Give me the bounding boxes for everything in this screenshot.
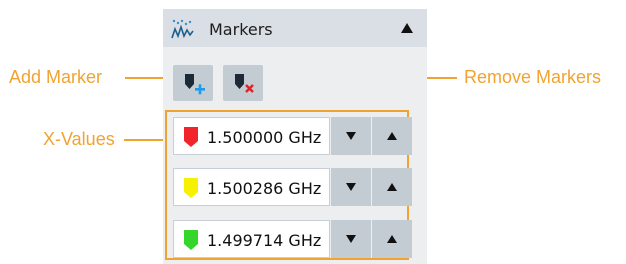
add-marker-button[interactable]: [173, 65, 213, 101]
marker-row-1: 1.500000 GHz: [173, 117, 413, 155]
marker-2-increment-button[interactable]: [372, 168, 412, 206]
marker-1-increment-button[interactable]: [372, 117, 412, 155]
triangle-down-icon: [346, 235, 356, 243]
triangle-up-icon: [387, 235, 397, 243]
triangle-down-icon: [346, 132, 356, 140]
triangle-up-icon: [387, 132, 397, 140]
marker-row-2: 1.500286 GHz: [173, 168, 413, 206]
remove-markers-button[interactable]: [223, 65, 263, 101]
panel-header[interactable]: Markers: [163, 9, 427, 47]
marker-3-value-field[interactable]: 1.499714 GHz: [173, 220, 330, 258]
marker-1-value: 1.500000 GHz: [207, 128, 322, 147]
triangle-up-icon[interactable]: [401, 23, 413, 33]
markers-trace-icon: [171, 19, 194, 39]
add-marker-callout-line: [125, 77, 168, 79]
marker-row-3: 1.499714 GHz: [173, 220, 413, 258]
marker-2-decrement-button[interactable]: [331, 168, 371, 206]
marker-3-decrement-button[interactable]: [331, 220, 371, 258]
x-values-callout-line: [124, 139, 166, 141]
triangle-up-icon: [387, 183, 397, 191]
x-values-callout: X-Values: [43, 129, 115, 149]
marker-2-value-field[interactable]: 1.500286 GHz: [173, 168, 330, 206]
marker-1-value-field[interactable]: 1.500000 GHz: [173, 117, 330, 155]
marker-3-value: 1.499714 GHz: [207, 231, 322, 250]
marker-flag-icon: [184, 178, 198, 198]
triangle-down-icon: [346, 183, 356, 191]
marker-2-value: 1.500286 GHz: [207, 179, 322, 198]
panel-title: Markers: [209, 20, 273, 39]
marker-flag-icon: [184, 127, 198, 147]
remove-markers-callout: Remove Markers: [464, 67, 602, 87]
marker-1-decrement-button[interactable]: [331, 117, 371, 155]
add-marker-callout: Add Marker: [9, 67, 103, 87]
remove-markers-icon: [235, 74, 254, 93]
marker-3-increment-button[interactable]: [372, 220, 412, 258]
add-marker-icon: [185, 74, 205, 95]
marker-flag-icon: [184, 230, 198, 250]
